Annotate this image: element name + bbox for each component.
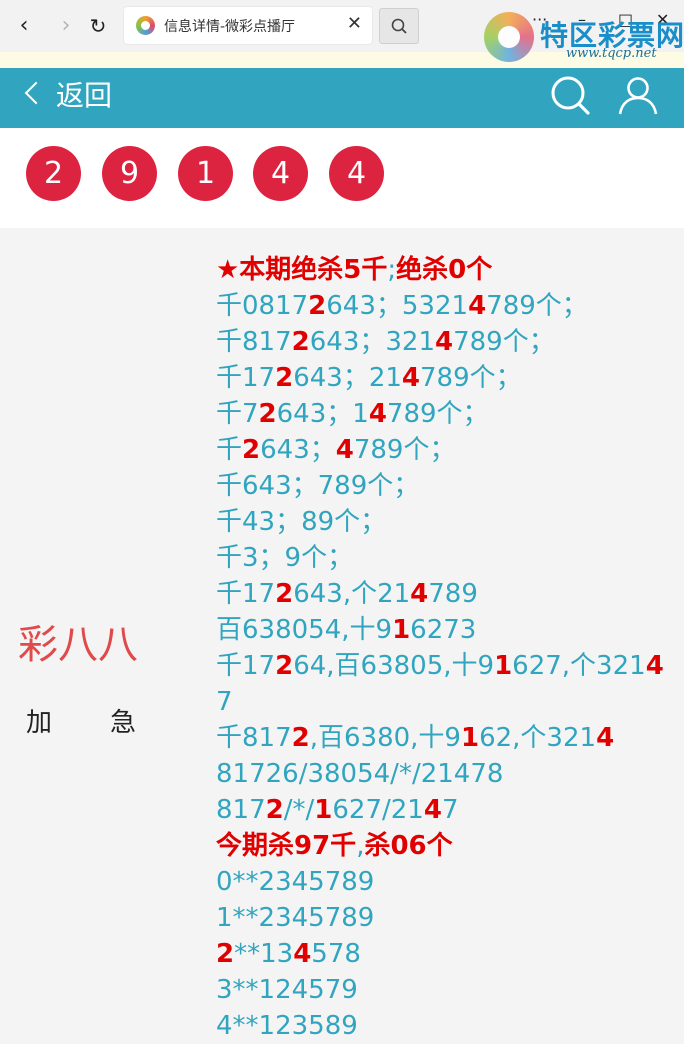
chevron-left-icon [24,81,48,105]
tag-ji: 急 [110,708,137,738]
watermark-url: www.tqcp.net [566,46,657,61]
forward-nav-icon[interactable]: › [52,12,80,40]
result-ball: 4 [329,146,384,201]
content-line: 千3；9个； [216,543,354,573]
search-icon[interactable] [548,74,592,118]
back-label: 返回 [56,79,113,112]
result-ball: 4 [253,146,308,201]
tab-close-icon[interactable]: ✕ [347,13,362,34]
result-ball: 9 [102,146,157,201]
result-balls: 2 9 1 4 4 [0,128,684,228]
content-line: 81726/38054/*/21478 [216,759,504,789]
prediction-content: ★本期绝杀5千;绝杀0个 千08172643；53214789个； 千81726… [216,252,684,1044]
content-line: 千8172643；3214789个； [216,327,555,357]
back-nav-icon[interactable]: ‹ [10,12,38,40]
site-favicon-icon [136,16,155,35]
content-line: 1**2345789 [216,903,375,933]
content-line: 3**124579 [216,975,358,1005]
content-line: 千72643；14789个； [216,399,489,429]
content-line: 2**134578 [216,939,361,969]
content-line: 千43；89个； [216,507,387,537]
content-line: 百638054,十916273 [216,615,477,645]
tab-title: 信息详情-微彩点播厅 [164,19,296,35]
content-line: 0**2345789 [216,867,375,897]
content-line: 千17264,百63805,十91627,个3214 [216,651,664,681]
app-header: 返回 [0,68,684,128]
content-line: 千172643；214789个； [216,363,522,393]
content-line: 8172/*/1627/2147 [216,795,459,825]
content-line: 千8172,百6380,十9162,个3214 [216,723,615,753]
content-line: 千643；789个； [216,471,420,501]
content-line: 千172643,个214789 [216,579,478,609]
watermark-logo-icon [484,12,534,62]
user-icon[interactable] [616,74,660,118]
author-title: 彩八八 [18,622,138,668]
content-line: 今期杀97千,杀06个 [216,831,453,861]
content-line: 7 [216,687,233,717]
content-line: 千08172643；53214789个； [216,291,588,321]
content-line: ★本期绝杀5千;绝杀0个 [216,255,493,285]
browser-search-button[interactable] [379,8,419,44]
refresh-icon[interactable]: ↻ [84,12,112,40]
browser-tab[interactable]: 信息详情-微彩点播厅 ✕ [124,7,372,44]
result-ball: 2 [26,146,81,201]
search-icon [391,18,407,34]
tag-jia: 加 [26,708,53,738]
content-line: 千2643；4789个； [216,435,456,465]
back-button[interactable]: 返回 [24,74,113,118]
result-ball: 1 [178,146,233,201]
content-line: 4**123589 [216,1011,358,1041]
